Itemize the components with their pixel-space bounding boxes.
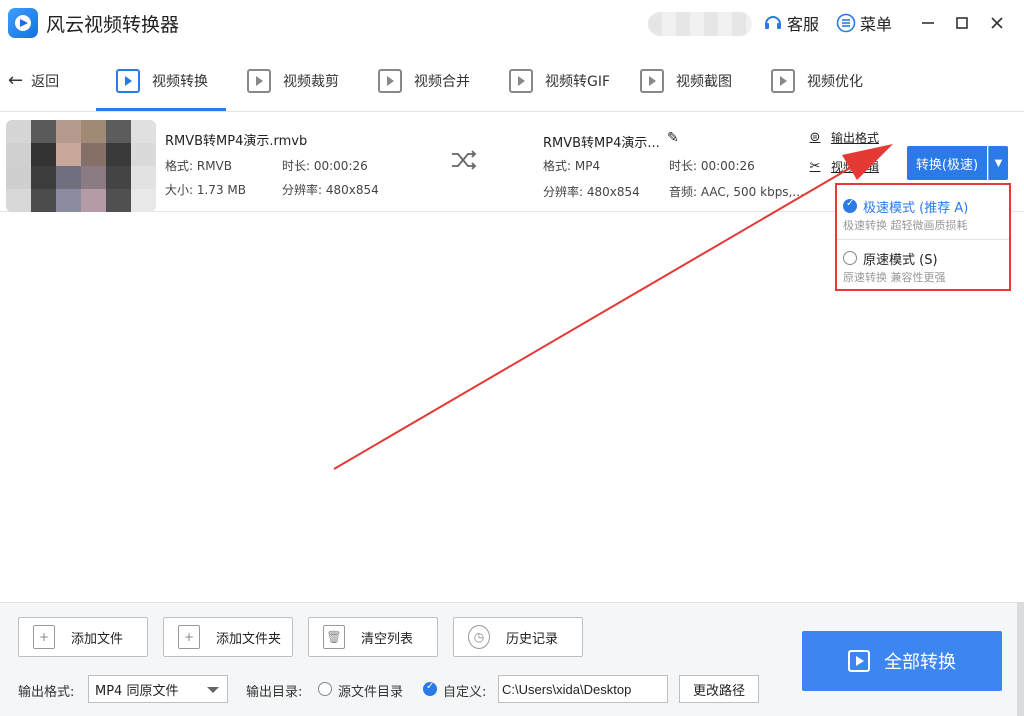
source-dir-label: 源文件目录 [338, 685, 404, 700]
tab-video-crop[interactable]: 视频裁剪 [247, 64, 339, 98]
source-resolution: 分辨率: 480x854 [282, 183, 379, 197]
format-settings-icon: ⊜ [809, 130, 821, 145]
menu-icon [836, 13, 856, 33]
output-audio: 音频: AAC, 500 kbps,... [669, 185, 804, 199]
history-label: 历史记录 [506, 631, 559, 647]
clear-list-button[interactable]: 🗑 清空列表 [308, 617, 438, 657]
output-file-name: RMVB转MP4演示... [543, 136, 660, 151]
add-folder-label: 添加文件夹 [216, 631, 282, 647]
convert-mode-dropdown[interactable]: ▼ [988, 146, 1008, 180]
user-account-blurred[interactable] [648, 12, 752, 36]
clear-list-label: 清空列表 [361, 631, 414, 647]
tab-label: 视频截图 [676, 74, 732, 90]
tab-label: 视频转换 [152, 74, 208, 90]
source-duration: 时长: 00:00:26 [282, 159, 368, 173]
add-file-label: 添加文件 [71, 631, 124, 647]
tab-label: 视频优化 [807, 74, 863, 90]
output-duration: 时长: 00:00:26 [669, 159, 755, 173]
nav-bar: ← 返回 视频转换 视频裁剪 视频合并 视频转GIF 视频截图 视频优化 [0, 50, 1024, 112]
convert-button[interactable]: 转换(极速) [907, 146, 987, 180]
back-button[interactable]: ← 返回 [8, 70, 59, 91]
output-format-link-label: 输出格式 [831, 131, 880, 145]
back-label: 返回 [31, 73, 60, 90]
output-format-select[interactable]: MP4 同原文件 [88, 675, 228, 703]
title-bar: 风云视频转换器 客服 菜单 [0, 0, 1024, 46]
video-edit-link-label: 视频剪辑 [831, 160, 880, 174]
video-edit-link[interactable]: ✂ 视频剪辑 [807, 158, 879, 175]
tab-video-screenshot[interactable]: 视频截图 [640, 64, 732, 98]
add-file-icon: + [33, 625, 55, 649]
chevron-down-icon: ▼ [994, 157, 1003, 169]
add-folder-icon: + [178, 625, 200, 649]
window-edge [1017, 602, 1024, 716]
video-crop-icon [247, 69, 271, 93]
tab-video-gif[interactable]: 视频转GIF [509, 64, 610, 98]
mode-fast-title: 极速模式 (推荐 A) [863, 201, 969, 216]
headset-icon [763, 13, 783, 33]
menu-button[interactable]: 菜单 [836, 12, 892, 34]
mode-fast-desc: 极速转换 超轻微画质损耗 [843, 219, 968, 232]
optimize-icon [771, 69, 795, 93]
video-merge-icon [378, 69, 402, 93]
source-format: 格式: RMVB [165, 159, 232, 173]
tab-label: 视频转GIF [545, 74, 611, 90]
menu-divider [837, 239, 1009, 240]
app-title: 风云视频转换器 [46, 14, 180, 36]
source-dir-radio[interactable] [318, 682, 332, 696]
edit-name-icon[interactable]: ✎ [667, 130, 679, 146]
play-icon [848, 650, 870, 672]
video-thumbnail [6, 120, 156, 212]
service-label: 客服 [787, 15, 820, 34]
change-path-button[interactable]: 更改路径 [679, 675, 759, 703]
tab-label: 视频裁剪 [283, 74, 339, 90]
output-resolution: 分辨率: 480x854 [543, 185, 640, 199]
menu-label: 菜单 [860, 15, 893, 34]
tab-label: 视频合并 [414, 74, 470, 90]
output-path-input[interactable]: C:\Users\xida\Desktop [498, 675, 668, 703]
trash-icon: 🗑 [323, 625, 345, 649]
minimize-icon [922, 22, 934, 24]
convert-all-label: 全部转换 [884, 652, 956, 673]
convert-all-button[interactable]: 全部转换 [802, 631, 1002, 691]
video-convert-icon [116, 69, 140, 93]
screenshot-icon [640, 69, 664, 93]
service-button[interactable]: 客服 [763, 12, 819, 34]
mode-original-radio[interactable] [843, 251, 857, 265]
tab-video-optimize[interactable]: 视频优化 [771, 64, 863, 98]
add-file-button[interactable]: + 添加文件 [18, 617, 148, 657]
source-file-name: RMVB转MP4演示.rmvb [165, 134, 308, 149]
tab-video-convert[interactable]: 视频转换 [116, 64, 208, 98]
output-dir-label: 输出目录: [246, 685, 303, 700]
close-icon [991, 17, 1003, 29]
chevron-down-icon [207, 687, 219, 693]
maximize-button[interactable] [951, 12, 973, 34]
history-button[interactable]: ◷ 历史记录 [453, 617, 583, 657]
minimize-button[interactable] [917, 12, 939, 34]
source-size: 大小: 1.73 MB [165, 183, 246, 197]
shuffle-icon [452, 150, 477, 170]
clock-icon: ◷ [468, 625, 490, 649]
mode-original-desc: 原速转换 兼容性更强 [843, 271, 946, 284]
app-logo-icon [8, 8, 38, 38]
custom-dir-label: 自定义: [443, 685, 487, 700]
custom-dir-radio[interactable] [423, 681, 437, 696]
back-arrow-icon: ← [8, 70, 24, 91]
output-format-label: 输出格式: [18, 685, 75, 700]
tab-video-merge[interactable]: 视频合并 [378, 64, 470, 98]
maximize-icon [956, 17, 968, 29]
gif-icon [509, 69, 533, 93]
output-format-link[interactable]: ⊜ 输出格式 [807, 129, 879, 146]
active-tab-indicator [96, 108, 226, 111]
output-format: 格式: MP4 [543, 159, 601, 173]
scissors-icon: ✂ [809, 159, 821, 174]
mode-fast-radio[interactable] [843, 198, 857, 213]
output-format-value: MP4 同原文件 [95, 683, 179, 699]
add-folder-button[interactable]: + 添加文件夹 [163, 617, 293, 657]
convert-mode-menu: 极速模式 (推荐 A) 极速转换 超轻微画质损耗 原速模式 (S) 原速转换 兼… [835, 183, 1011, 291]
close-button[interactable] [986, 12, 1008, 34]
mode-original-title: 原速模式 (S) [863, 253, 938, 268]
